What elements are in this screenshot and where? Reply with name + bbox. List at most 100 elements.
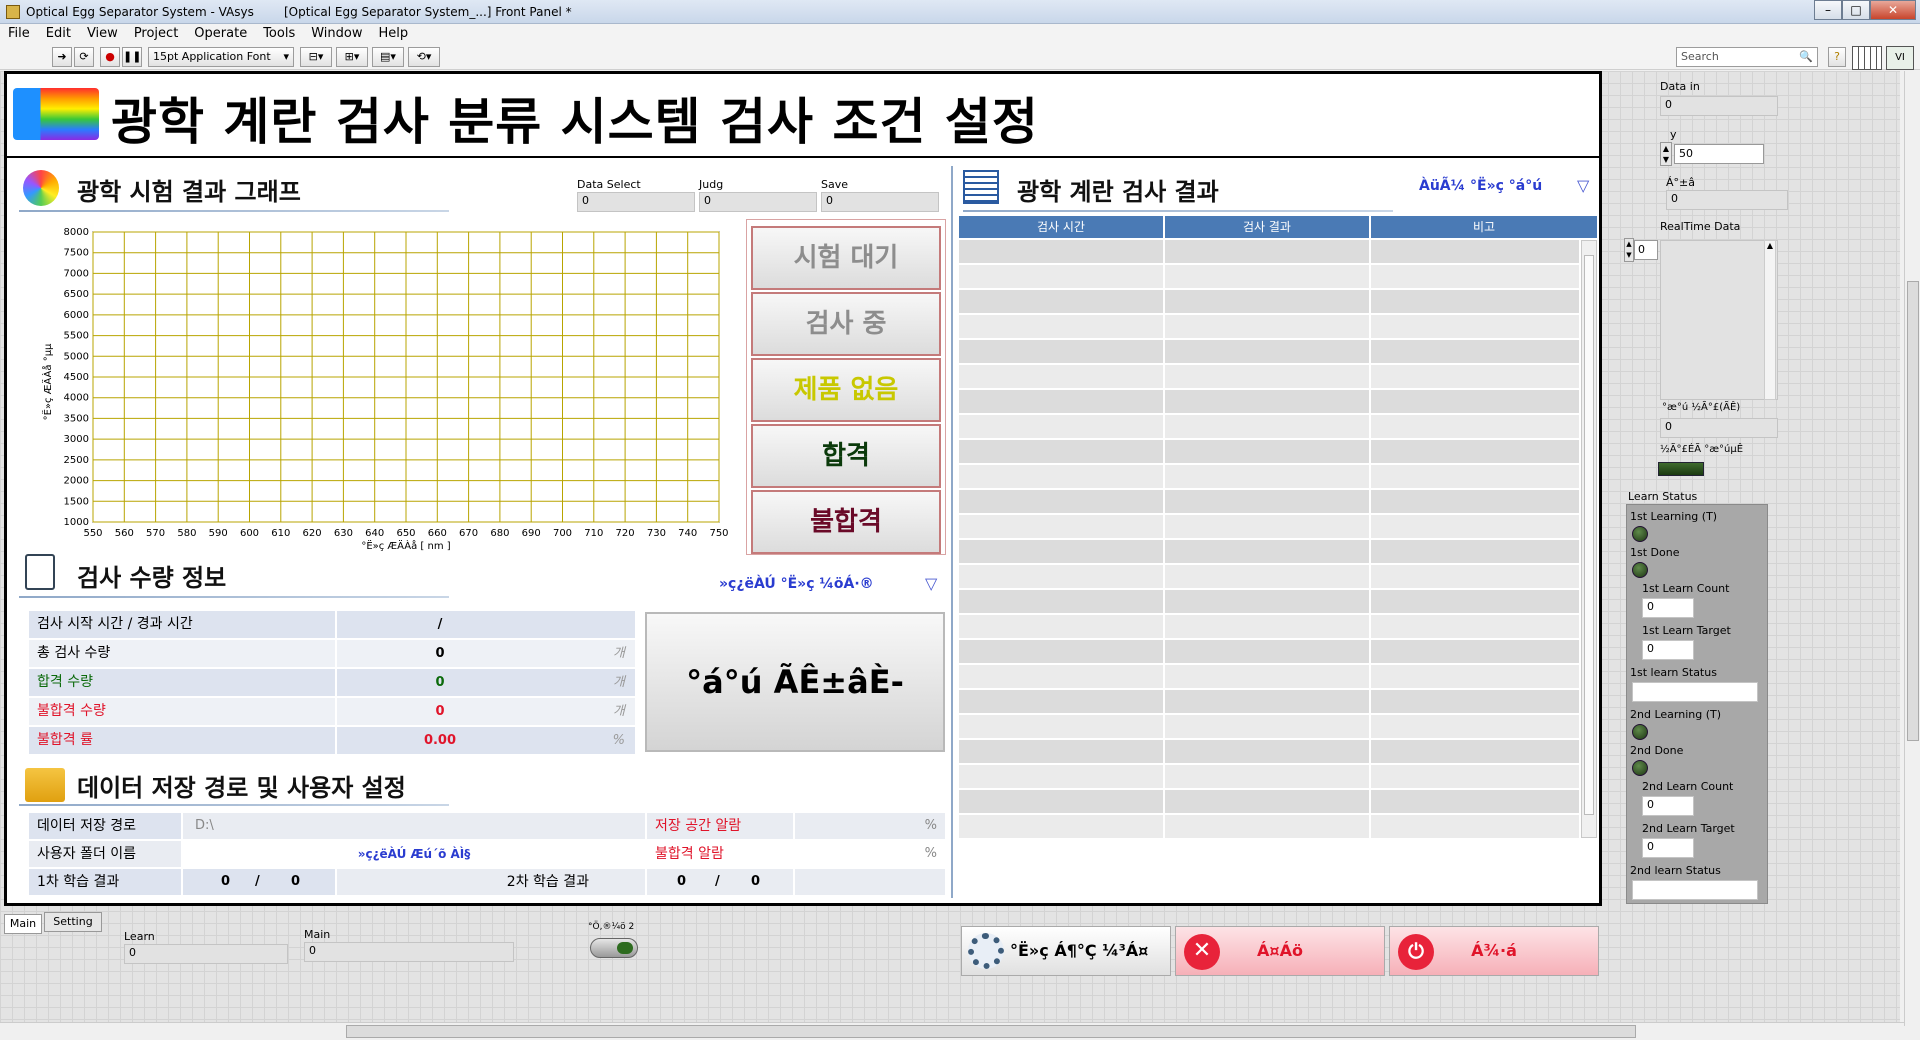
result-cell[interactable] <box>1371 740 1579 763</box>
result-cell[interactable] <box>959 690 1163 713</box>
result-cell[interactable] <box>959 415 1163 438</box>
result-cell[interactable] <box>1371 490 1579 513</box>
result-cell[interactable] <box>1371 265 1579 288</box>
results-scrollbar[interactable] <box>1581 240 1597 838</box>
tab-setting[interactable]: Setting <box>44 912 102 932</box>
result-cell[interactable] <box>959 465 1163 488</box>
result-cell[interactable] <box>1371 565 1579 588</box>
maximize-button[interactable]: □ <box>1842 0 1870 20</box>
result-cell[interactable] <box>959 340 1163 363</box>
resize-icon[interactable]: ▤▾ <box>372 47 404 67</box>
results-dropdown-chevron-icon[interactable]: ▽ <box>1577 176 1589 195</box>
qty-dropdown-chevron-icon[interactable]: ▽ <box>925 574 937 593</box>
result-cell[interactable] <box>1165 490 1369 513</box>
result-cell[interactable] <box>1371 615 1579 638</box>
result-cell[interactable] <box>1165 240 1369 263</box>
result-cell[interactable] <box>1165 740 1369 763</box>
result-cell[interactable] <box>959 515 1163 538</box>
results-dropdown[interactable]: ÀüÃ¼ °Ë»ç °á°ú <box>1419 178 1542 194</box>
vertical-scrollbar[interactable] <box>1904 71 1920 1026</box>
run-icon[interactable]: ➜ <box>52 47 72 67</box>
result-cell[interactable] <box>1371 715 1579 738</box>
result-cell[interactable] <box>959 740 1163 763</box>
result-cell[interactable] <box>959 390 1163 413</box>
result-cell[interactable] <box>1165 315 1369 338</box>
result-cell[interactable] <box>1371 440 1579 463</box>
realtime-scrollbar[interactable]: ▲ <box>1764 240 1776 400</box>
result-cell[interactable] <box>1165 665 1369 688</box>
result-cell[interactable] <box>1371 790 1579 813</box>
result-cell[interactable] <box>1165 715 1369 738</box>
result-cell[interactable] <box>1371 765 1579 788</box>
result-cell[interactable] <box>1371 640 1579 663</box>
result-cell[interactable] <box>1371 365 1579 388</box>
menu-help[interactable]: Help <box>370 24 416 44</box>
help-icon[interactable]: ? <box>1828 47 1846 67</box>
result-cell[interactable] <box>1165 390 1369 413</box>
tab-main[interactable]: Main <box>4 914 42 934</box>
menu-view[interactable]: View <box>79 24 126 44</box>
result-cell[interactable] <box>1165 515 1369 538</box>
result-cell[interactable] <box>959 290 1163 313</box>
result-cell[interactable] <box>1371 815 1579 838</box>
col-header-result[interactable]: 검사 결과 <box>1165 216 1369 238</box>
result-cell[interactable] <box>1165 365 1369 388</box>
run-continuous-icon[interactable]: ⟳ <box>74 47 94 67</box>
result-cell[interactable] <box>959 540 1163 563</box>
status-fail-button[interactable]: 불합격 <box>751 490 941 554</box>
result-cell[interactable] <box>1165 690 1369 713</box>
font-select[interactable]: 15pt Application Font ▾ <box>148 47 294 67</box>
result-cell[interactable] <box>1371 340 1579 363</box>
exit-button[interactable]: ⏻ Á¾·á <box>1389 926 1599 976</box>
result-cell[interactable] <box>959 490 1163 513</box>
col-header-note[interactable]: 비고 <box>1371 216 1597 238</box>
result-cell[interactable] <box>959 815 1163 838</box>
result-cell[interactable] <box>959 715 1163 738</box>
menu-edit[interactable]: Edit <box>38 24 79 44</box>
result-cell[interactable] <box>1165 415 1369 438</box>
status-pass-button[interactable]: 합격 <box>751 424 941 488</box>
abort-icon[interactable]: ● <box>100 47 120 67</box>
result-cell[interactable] <box>1371 315 1579 338</box>
y-stepper[interactable]: ▲ ▼ <box>1660 142 1672 166</box>
user-folder-value[interactable]: »ç¿ëÀÚ Æú´õ ÀÌ§ <box>183 841 645 867</box>
menu-operate[interactable]: Operate <box>186 24 255 44</box>
distribute-icon[interactable]: ⊞▾ <box>336 47 368 67</box>
horizontal-scrollbar[interactable] <box>0 1022 1904 1040</box>
result-cell[interactable] <box>1165 590 1369 613</box>
status-inspecting-button[interactable]: 검사 중 <box>751 292 941 356</box>
stop-button[interactable]: ✕ Á¤Áö <box>1175 926 1385 976</box>
reset-results-button[interactable]: °á°ú ÃÊ±âÈ- <box>645 612 945 752</box>
result-cell[interactable] <box>1165 465 1369 488</box>
result-cell[interactable] <box>959 765 1163 788</box>
result-cell[interactable] <box>1165 540 1369 563</box>
result-cell[interactable] <box>1371 540 1579 563</box>
connector-pane-icon[interactable] <box>1852 46 1882 70</box>
result-cell[interactable] <box>1165 440 1369 463</box>
reorder-icon[interactable]: ⟲▾ <box>408 47 440 67</box>
result-cell[interactable] <box>959 790 1163 813</box>
space-alarm-unit[interactable]: % <box>795 813 945 839</box>
result-cell[interactable] <box>1371 240 1579 263</box>
result-cell[interactable] <box>959 565 1163 588</box>
result-cell[interactable] <box>959 590 1163 613</box>
result-cell[interactable] <box>1371 390 1579 413</box>
path-value[interactable]: D:\ <box>183 813 645 839</box>
reject-alarm-unit[interactable]: % <box>795 841 945 867</box>
align-icon[interactable]: ⊟▾ <box>300 47 332 67</box>
result-cell[interactable] <box>1165 615 1369 638</box>
vi-icon[interactable]: VI <box>1886 46 1914 70</box>
result-cell[interactable] <box>959 315 1163 338</box>
result-cell[interactable] <box>1371 590 1579 613</box>
pause-icon[interactable]: ❚❚ <box>122 47 142 67</box>
status-no-product-button[interactable]: 제품 없음 <box>751 358 941 422</box>
search-input[interactable]: Search 🔍 <box>1676 47 1818 67</box>
inspection-settings-button[interactable]: °Ë»ç Á¶°Ç ¼³Á¤ <box>961 926 1171 976</box>
result-cell[interactable] <box>1371 690 1579 713</box>
y-input[interactable]: 50 <box>1674 144 1764 164</box>
result-cell[interactable] <box>1371 465 1579 488</box>
menu-tools[interactable]: Tools <box>255 24 303 44</box>
menu-file[interactable]: File <box>0 24 38 44</box>
result-cell[interactable] <box>1165 765 1369 788</box>
result-cell[interactable] <box>959 640 1163 663</box>
